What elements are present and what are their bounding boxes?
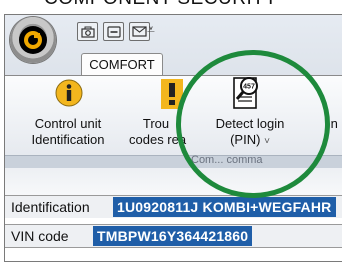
customize-toolbar-icon[interactable]: ⩡ (147, 21, 155, 38)
button-label: Trou (142, 116, 170, 131)
info-icon (55, 79, 83, 107)
camera-button[interactable] (77, 22, 98, 41)
vin-label: VIN code (11, 228, 69, 244)
envelope-icon (132, 26, 147, 37)
quick-access-toolbar (77, 22, 150, 41)
print-button[interactable] (103, 22, 124, 41)
button-label: Control unit (34, 116, 102, 131)
button-label: codes rea (129, 132, 187, 147)
printer-icon (106, 25, 121, 38)
vin-row: VIN code TMBPW16Y364421860 (5, 224, 342, 248)
vin-value: TMBPW16Y364421860 (93, 226, 253, 246)
identification-row: Identification 1U0920811J KOMBI+WEGFAHR (5, 195, 342, 218)
identification-value: 1U0920811J KOMBI+WEGFAHR (113, 197, 336, 217)
page-heading: COMPONENT SECURITY (44, 0, 278, 10)
tab-comfort[interactable]: COMFORT (81, 53, 163, 76)
identification-label: Identification (11, 199, 90, 215)
highlight-circle (176, 50, 330, 198)
button-label: Identification (31, 132, 105, 147)
app-logo-icon (19, 26, 47, 54)
application-menu-button[interactable] (10, 17, 56, 63)
camera-icon (80, 26, 95, 38)
